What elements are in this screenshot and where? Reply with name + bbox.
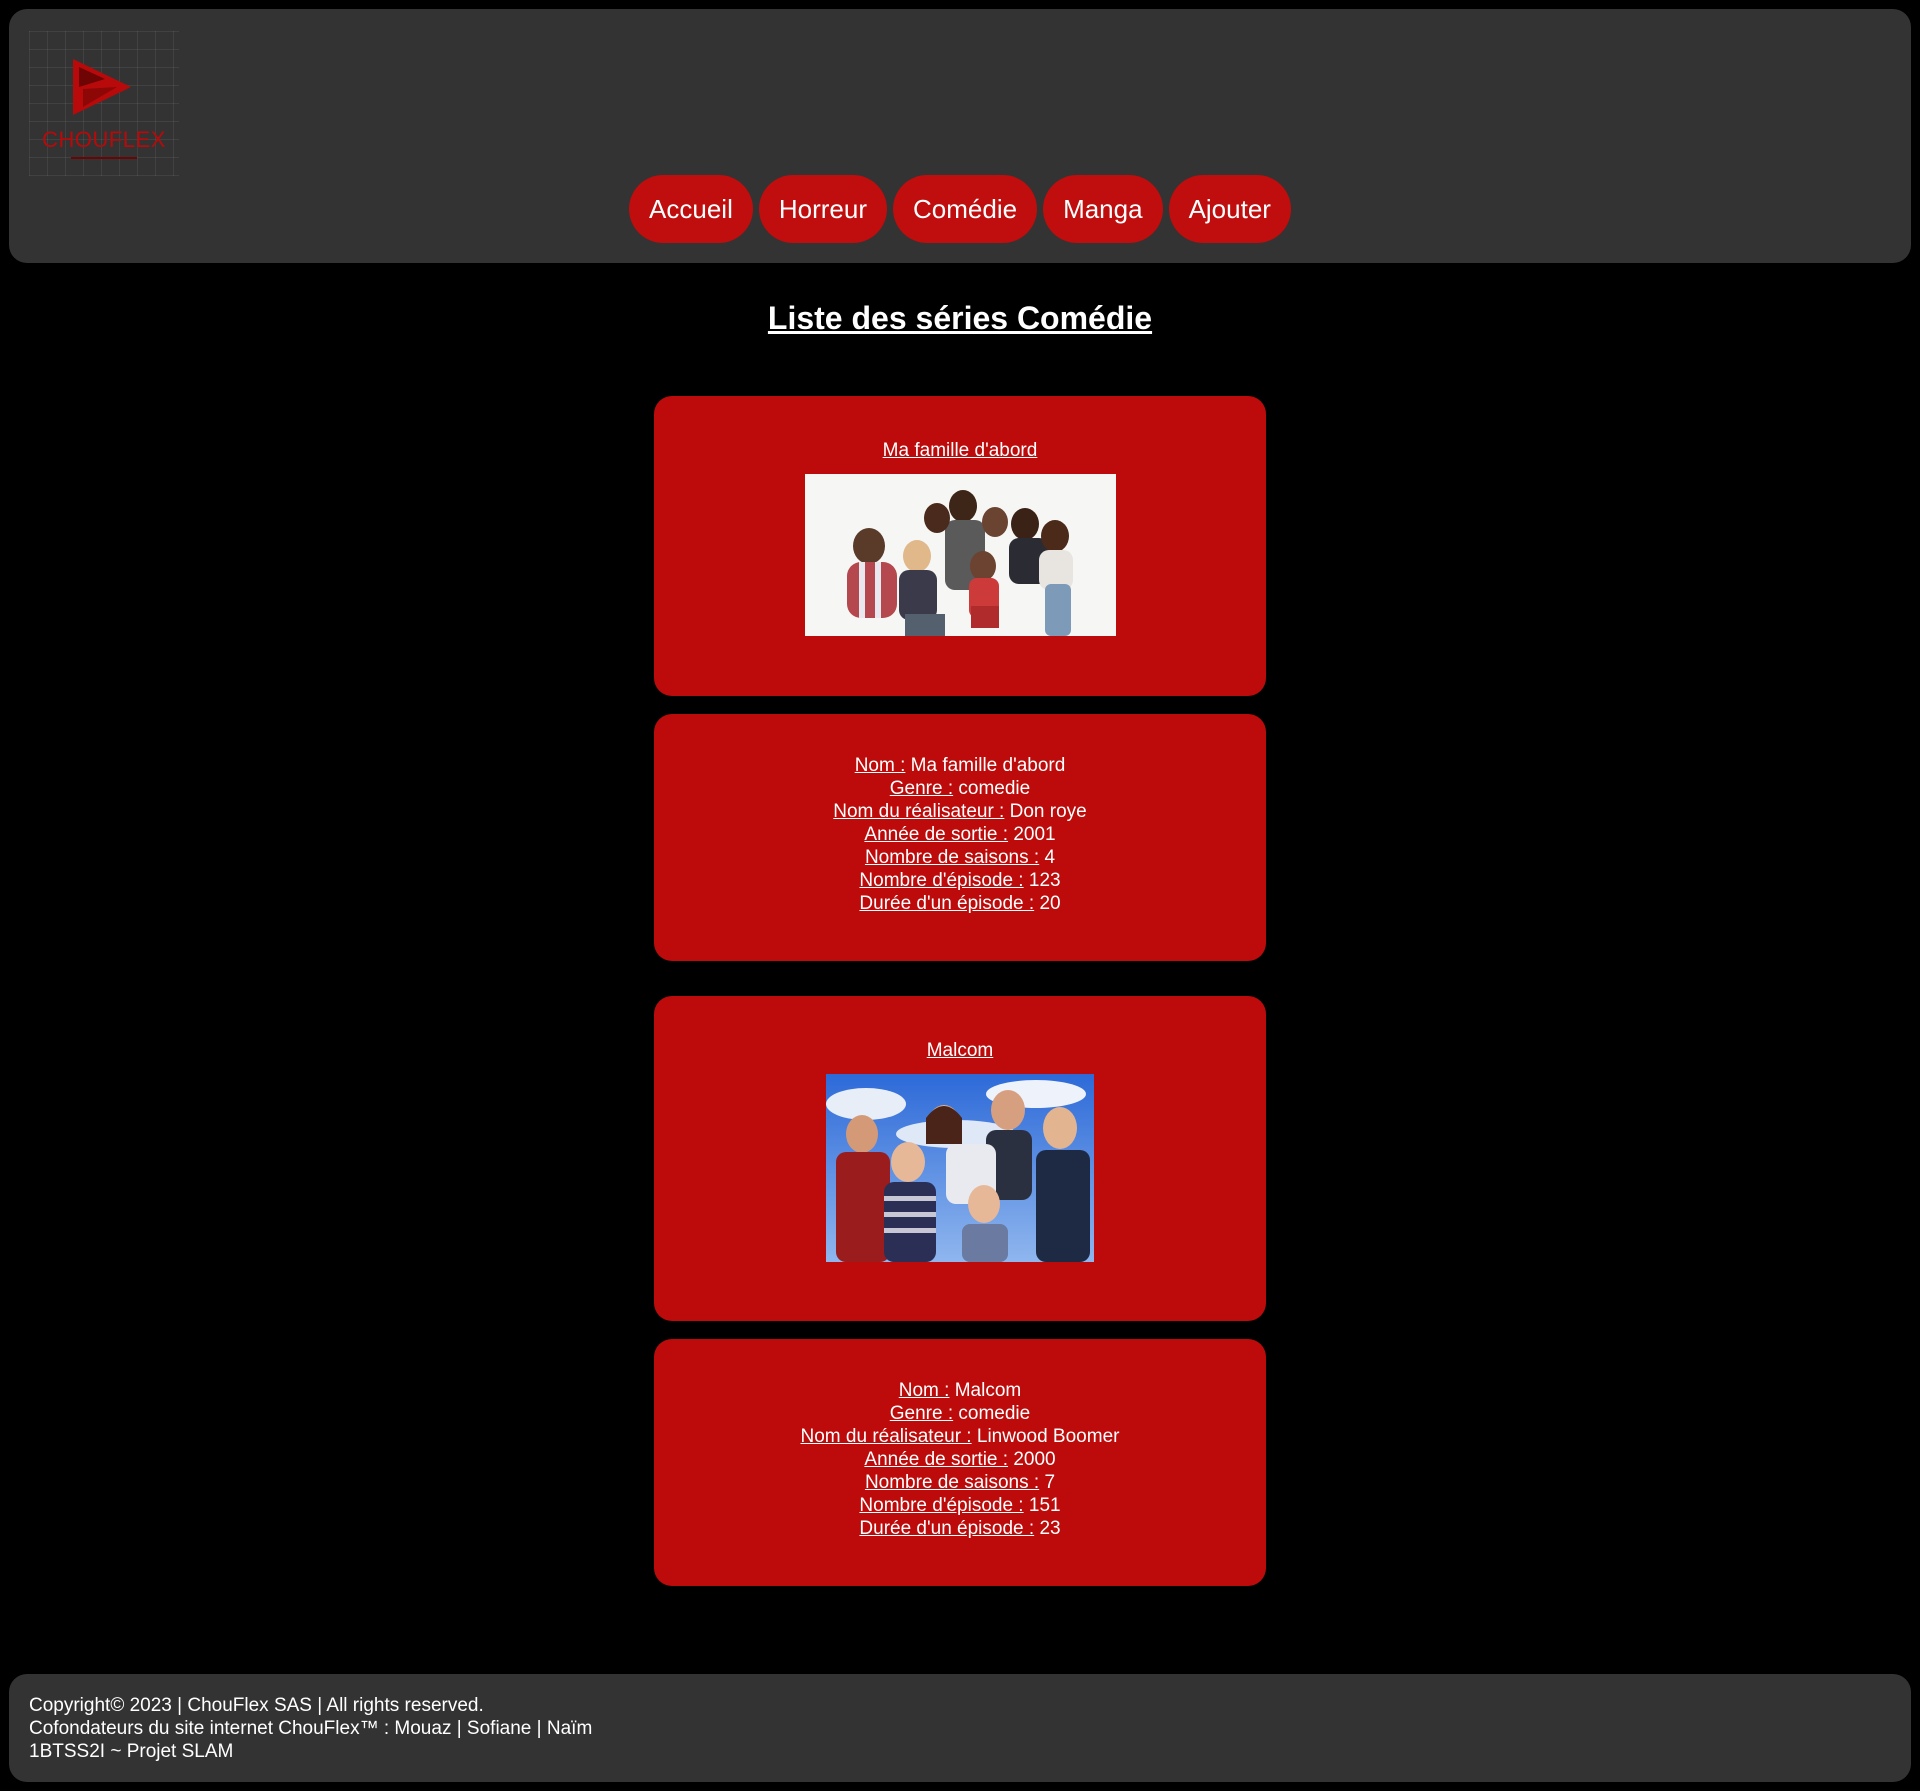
info-label: Nombre de saisons :: [864, 847, 1040, 868]
info-label: Nom du réalisateur :: [833, 801, 1005, 822]
info-label: Nom :: [898, 1380, 950, 1401]
info-label: Durée d'un épisode :: [859, 1518, 1035, 1539]
series-title-link[interactable]: Malcom: [654, 1038, 1266, 1064]
site-header: CHOUFLEX Accueil Horreur Comédie Manga A…: [9, 9, 1911, 263]
nav-accueil-button[interactable]: Accueil: [629, 175, 753, 243]
info-row: Nom : Malcom: [654, 1379, 1266, 1402]
info-row: Nombre de saisons : 4: [654, 846, 1266, 869]
info-label: Nombre d'épisode :: [859, 1495, 1024, 1516]
info-row: Année de sortie : 2001: [654, 823, 1266, 846]
info-label: Nombre d'épisode :: [859, 870, 1024, 891]
info-value: 2001: [1013, 824, 1056, 845]
nav-manga-button[interactable]: Manga: [1043, 175, 1163, 243]
series-info-card: Nom : Ma famille d'abord Genre : comedie…: [654, 714, 1266, 961]
info-row: Genre : comedie: [654, 1402, 1266, 1425]
info-value: 2000: [1013, 1449, 1056, 1470]
nav-horreur-button[interactable]: Horreur: [758, 175, 887, 243]
info-row: Durée d'un épisode : 20: [654, 892, 1266, 915]
site-footer: Copyright© 2023 | ChouFlex SAS | All rig…: [9, 1674, 1911, 1782]
series-info: Nom : Malcom Genre : comedie Nom du réal…: [654, 1339, 1266, 1540]
info-label: Genre :: [889, 778, 954, 799]
info-value: Ma famille d'abord: [910, 755, 1066, 776]
info-value: 4: [1044, 847, 1056, 868]
info-row: Durée d'un épisode : 23: [654, 1517, 1266, 1540]
main-nav: Accueil Horreur Comédie Manga Ajouter: [9, 175, 1911, 243]
family-photo-icon: [804, 474, 1116, 636]
info-label: Genre :: [889, 1403, 954, 1424]
logo-underline: [71, 157, 137, 159]
info-value: 7: [1044, 1472, 1056, 1493]
info-value: 20: [1039, 893, 1061, 914]
info-value: 151: [1028, 1495, 1061, 1516]
info-value: 123: [1028, 870, 1061, 891]
info-row: Nom : Ma famille d'abord: [654, 754, 1266, 777]
info-label: Durée d'un épisode :: [859, 893, 1035, 914]
info-label: Année de sortie :: [864, 1449, 1009, 1470]
page: CHOUFLEX Accueil Horreur Comédie Manga A…: [0, 0, 1920, 1791]
series-poster-image: [804, 474, 1116, 636]
nav-ajouter-button[interactable]: Ajouter: [1168, 175, 1291, 243]
footer-copyright: Copyright© 2023 | ChouFlex SAS | All rig…: [29, 1695, 484, 1716]
info-label: Nom du réalisateur :: [800, 1426, 972, 1447]
info-label: Nombre de saisons :: [864, 1472, 1040, 1493]
family-sky-photo-icon: [826, 1074, 1094, 1262]
info-row: Nombre de saisons : 7: [654, 1471, 1266, 1494]
series-poster-image: [826, 1074, 1094, 1262]
series-poster-card: Ma famille d'abord: [654, 396, 1266, 696]
info-row: Nombre d'épisode : 123: [654, 869, 1266, 892]
info-row: Nombre d'épisode : 151: [654, 1494, 1266, 1517]
info-value: comedie: [958, 778, 1031, 799]
info-row: Nom du réalisateur : Linwood Boomer: [654, 1425, 1266, 1448]
info-value: Linwood Boomer: [976, 1426, 1120, 1447]
footer-project: 1BTSS2I ~ Projet SLAM: [29, 1741, 234, 1762]
series-poster-card: Malcom: [654, 996, 1266, 1321]
info-value: Don roye: [1009, 801, 1087, 822]
info-label: Nom :: [854, 755, 906, 776]
info-row: Genre : comedie: [654, 777, 1266, 800]
series-title-link[interactable]: Ma famille d'abord: [654, 438, 1266, 464]
logo-text: CHOUFLEX: [42, 127, 166, 152]
chouflex-logo[interactable]: CHOUFLEX: [29, 31, 179, 176]
info-value: comedie: [958, 1403, 1031, 1424]
info-value: 23: [1039, 1518, 1061, 1539]
nav-comedie-button[interactable]: Comédie: [893, 175, 1038, 243]
info-row: Nom du réalisateur : Don roye: [654, 800, 1266, 823]
page-title: Liste des séries Comédie: [767, 300, 1153, 336]
info-value: Malcom: [954, 1380, 1022, 1401]
series-info: Nom : Ma famille d'abord Genre : comedie…: [654, 714, 1266, 915]
play-icon: [73, 59, 131, 115]
series-info-card: Nom : Malcom Genre : comedie Nom du réal…: [654, 1339, 1266, 1586]
info-row: Année de sortie : 2000: [654, 1448, 1266, 1471]
footer-cofounders: Cofondateurs du site internet ChouFlex™ …: [29, 1718, 593, 1739]
info-label: Année de sortie :: [864, 824, 1009, 845]
